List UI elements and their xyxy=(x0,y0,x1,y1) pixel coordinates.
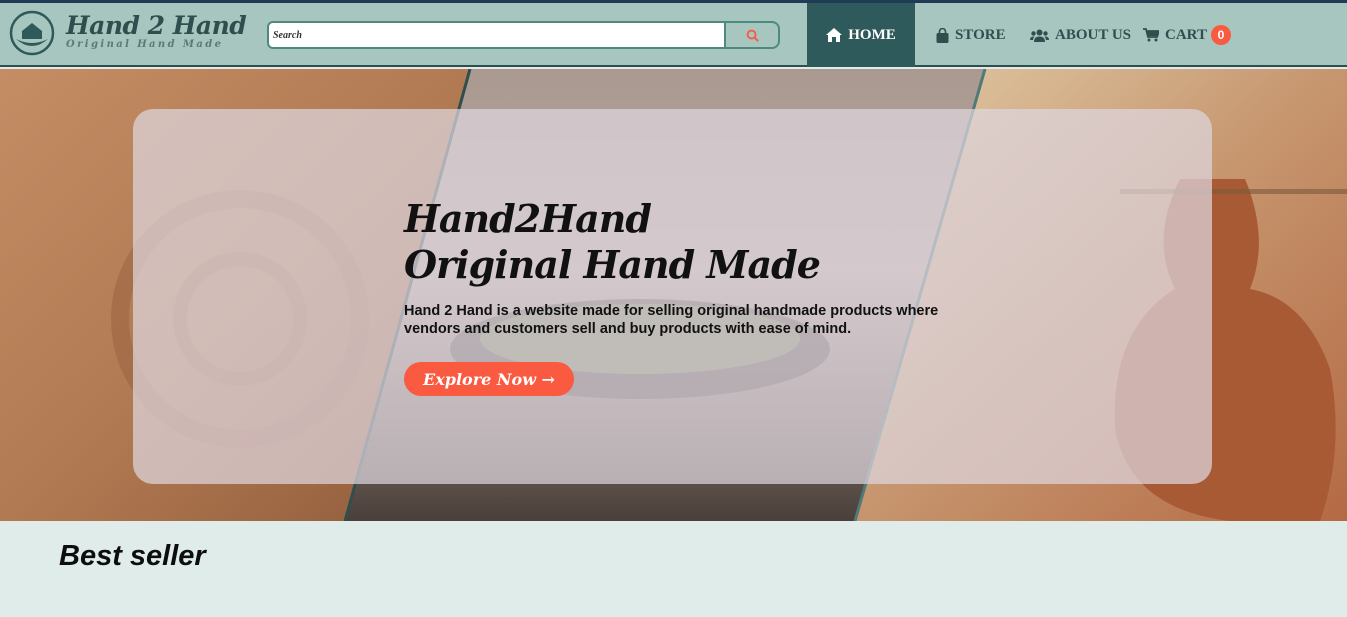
hero-card xyxy=(133,109,1212,484)
brand[interactable]: Hand 2 Hand Original Hand Made xyxy=(66,11,247,51)
brand-tagline: Original Hand Made xyxy=(66,39,224,50)
best-seller-heading: Best seller xyxy=(59,540,206,572)
hero-title-line1: Hand2Hand xyxy=(404,196,652,241)
search-button[interactable] xyxy=(724,21,780,49)
brand-name: Hand 2 Hand xyxy=(66,11,247,40)
home-icon xyxy=(826,28,843,42)
nav-about[interactable]: ABOUT US xyxy=(1030,3,1131,67)
search-bar xyxy=(267,21,780,49)
nav-store-label: STORE xyxy=(955,26,1006,43)
cart-count-badge: 0 xyxy=(1210,25,1231,45)
cart-icon xyxy=(1143,28,1159,42)
nav-cart[interactable]: CART 0 xyxy=(1143,3,1231,67)
search-input[interactable] xyxy=(267,21,726,49)
explore-now-button[interactable]: Explore Now → xyxy=(404,362,574,396)
hands-logo-icon[interactable] xyxy=(8,9,56,57)
hero-title: Hand2Hand Original Hand Made xyxy=(404,196,821,288)
search-icon xyxy=(746,29,759,42)
nav-cart-label: CART xyxy=(1165,26,1207,43)
nav-about-label: ABOUT US xyxy=(1055,26,1131,43)
nav-store[interactable]: STORE xyxy=(936,3,1006,67)
nav-home-label: HOME xyxy=(848,26,896,43)
site-header: Hand 2 Hand Original Hand Made HOME STOR… xyxy=(0,3,1347,67)
hero-title-line2: Original Hand Made xyxy=(404,242,821,287)
bag-icon xyxy=(936,27,949,43)
users-icon xyxy=(1030,29,1049,42)
hero-description: Hand 2 Hand is a website made for sellin… xyxy=(404,303,939,337)
nav-home[interactable]: HOME xyxy=(807,3,915,67)
